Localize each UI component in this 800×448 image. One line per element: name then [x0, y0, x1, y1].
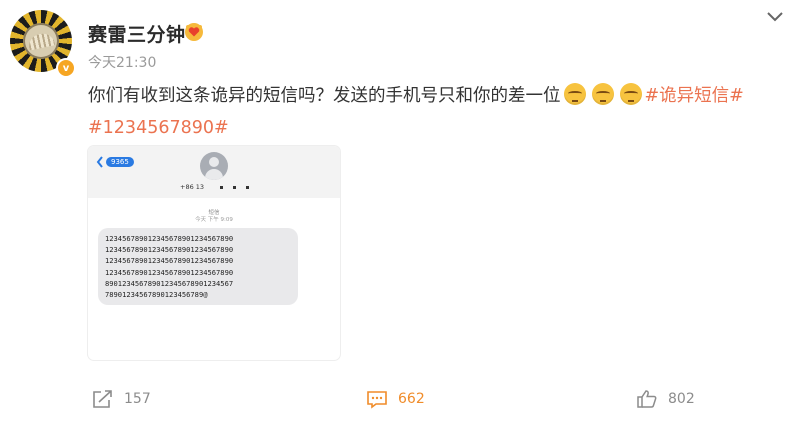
post-timestamp[interactable]: 今天21:30	[88, 52, 156, 72]
sender-number: +86 13	[180, 183, 205, 191]
like-button[interactable]: 802	[636, 382, 695, 416]
unread-badge: 9365	[106, 157, 134, 167]
chevron-left-icon	[96, 156, 103, 168]
share-icon	[93, 390, 112, 408]
redaction-mark	[220, 186, 223, 189]
message-bubble: 123456789012345678901234567890 123456789…	[98, 228, 298, 306]
message-line: 123456789012345678901234567890	[105, 267, 234, 277]
sms-time: 今天 下午 9:09	[195, 217, 233, 223]
hashtag-link[interactable]: #诡异短信#	[645, 86, 744, 106]
like-count: 802	[668, 391, 695, 407]
message-line: 890123456789012345678901234567	[105, 278, 234, 288]
redaction-mark	[233, 186, 236, 189]
message-line: 123456789012345678901234567890	[105, 256, 234, 266]
back-button: 9365	[96, 156, 134, 168]
post-image[interactable]: 9365 +86 13 短信 今天 下午 9:09 12345678901234…	[88, 146, 340, 360]
contact-avatar-icon	[200, 152, 228, 180]
action-bar: 157 662 802	[0, 382, 800, 416]
verified-badge-icon: v	[56, 58, 76, 78]
repost-button[interactable]: 157	[92, 382, 151, 416]
redaction-mark	[246, 186, 249, 189]
message-line: 123456789012345678901234567890	[105, 245, 234, 255]
repost-count: 157	[124, 391, 151, 407]
thumbs-up-icon	[637, 390, 657, 408]
emoji-icon	[563, 83, 586, 105]
sms-header: 9365 +86 13	[88, 146, 340, 198]
message-line: 78901234567890123456789@	[105, 290, 208, 300]
post-body-text: 你们有收到这条诡异的短信吗？发送的手机号只和你的差一位	[88, 86, 561, 106]
message-line: 123456789012345678901234567890	[105, 234, 234, 243]
post-text: 你们有收到这条诡异的短信吗？发送的手机号只和你的差一位 #诡异短信# #12345…	[88, 80, 778, 144]
emoji-icon	[591, 83, 614, 105]
hashtag-link[interactable]: #1234567890#	[88, 118, 229, 138]
avatar-fan-emblem	[23, 23, 59, 59]
heart-badge-icon[interactable]	[184, 22, 204, 42]
comment-icon	[367, 391, 387, 409]
comment-count: 662	[398, 391, 425, 407]
comment-button[interactable]: 662	[366, 382, 425, 416]
chevron-down-icon[interactable]	[765, 10, 785, 24]
username[interactable]: 赛雷三分钟	[88, 20, 186, 47]
emoji-icon	[619, 83, 642, 105]
